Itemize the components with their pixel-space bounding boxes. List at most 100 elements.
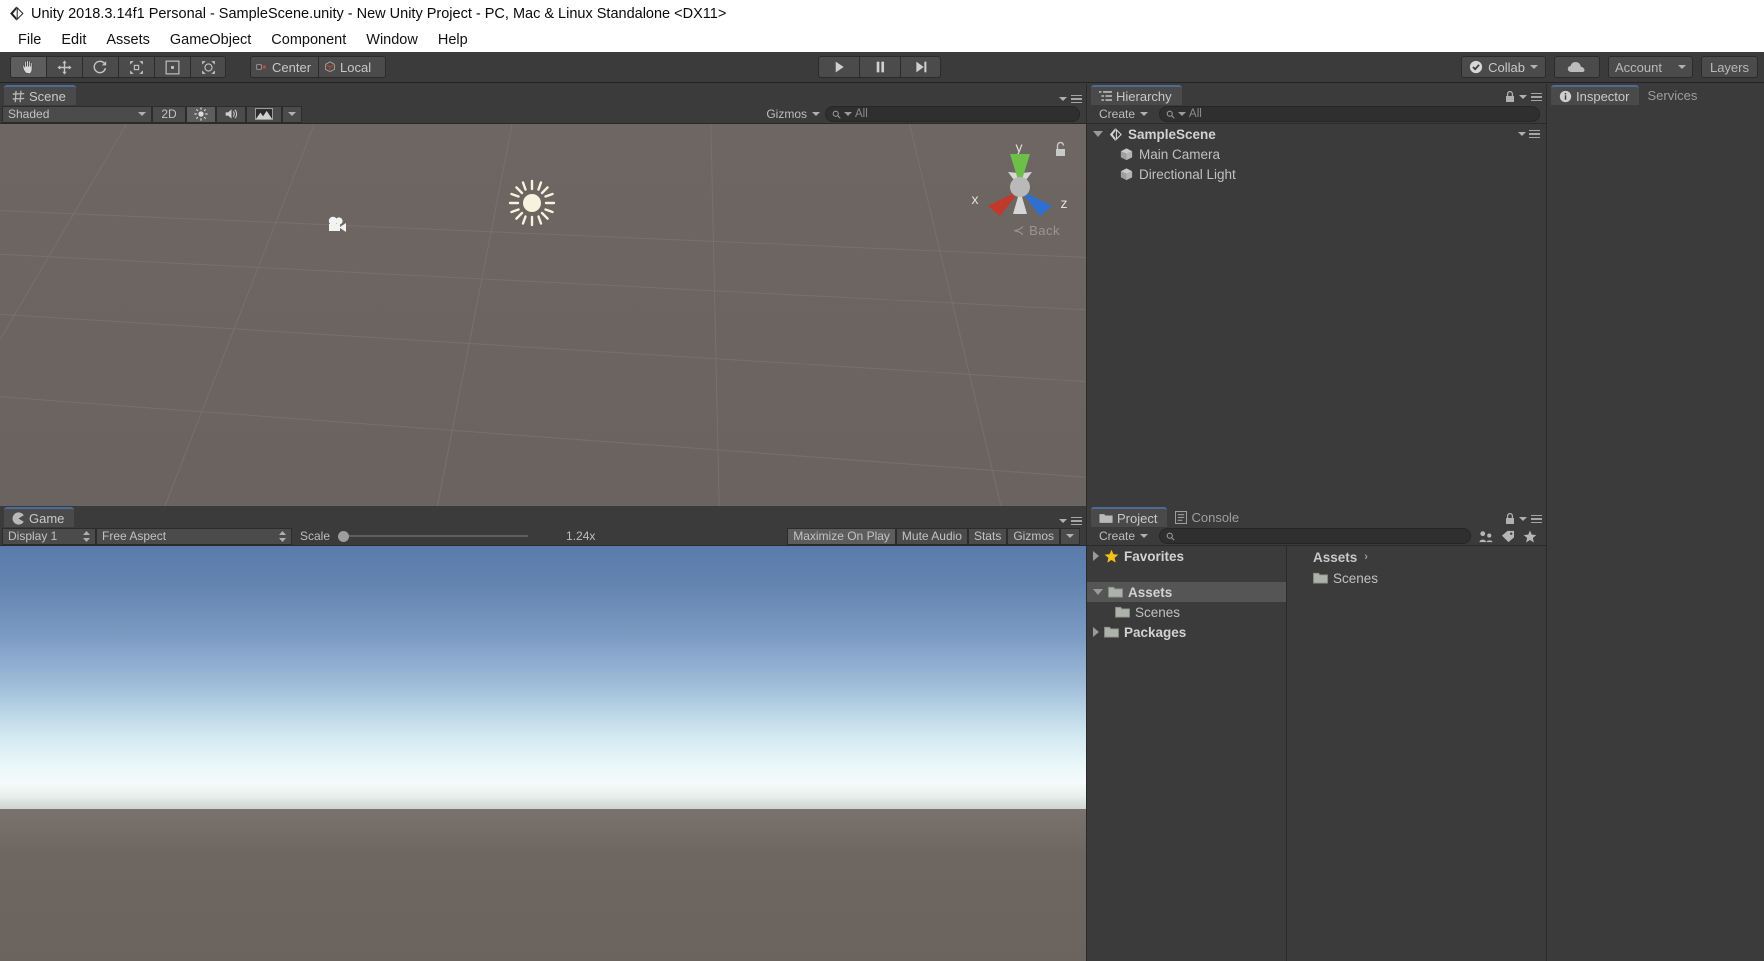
tab-inspector[interactable]: Inspector — [1551, 85, 1640, 105]
menu-assets[interactable]: Assets — [96, 31, 160, 49]
menu-window[interactable]: Window — [356, 31, 428, 49]
mute-audio-label: Mute Audio — [901, 529, 962, 543]
pivot-rotation-button[interactable]: Local — [318, 56, 386, 78]
tab-game[interactable]: Game — [4, 507, 75, 527]
hand-tool-button[interactable] — [10, 56, 46, 78]
pause-button[interactable] — [859, 56, 901, 78]
panel-menu-icon[interactable] — [1071, 94, 1082, 103]
scene-lighting-toggle[interactable] — [186, 105, 216, 123]
favorite-filter-button[interactable] — [1519, 528, 1541, 545]
panel-menu-icon[interactable] — [1071, 516, 1082, 525]
tab-hierarchy[interactable]: Hierarchy — [1091, 85, 1182, 105]
chevron-down-icon[interactable] — [1519, 517, 1527, 521]
project-item-assets[interactable]: Assets — [1087, 582, 1286, 602]
project-item-scenes[interactable]: Scenes — [1087, 602, 1286, 622]
project-tree[interactable]: Favorites Assets Scenes Packages — [1087, 546, 1287, 961]
transform-tool-button[interactable] — [190, 56, 226, 78]
search-icon — [1166, 110, 1175, 119]
scene-gizmos-dropdown[interactable]: Gizmos — [761, 106, 825, 123]
tab-services[interactable]: Services — [1639, 85, 1707, 105]
chevron-down-icon[interactable] — [1059, 518, 1067, 523]
chevron-down-icon[interactable] — [1093, 589, 1103, 595]
menu-help[interactable]: Help — [428, 31, 478, 49]
asset-item-scenes[interactable]: Scenes — [1287, 568, 1546, 588]
directional-light-gizmo-icon[interactable] — [508, 179, 556, 227]
project-item-label: Assets — [1128, 584, 1173, 600]
project-item-packages[interactable]: Packages — [1087, 622, 1286, 642]
pivot-group: Center Local — [250, 56, 386, 78]
game-gizmos-dropdown[interactable] — [1060, 527, 1080, 545]
cloud-button[interactable] — [1553, 56, 1600, 78]
project-item-favorites[interactable]: Favorites — [1087, 546, 1286, 566]
menu-file[interactable]: File — [8, 31, 51, 49]
game-gizmos-button[interactable]: Gizmos — [1007, 527, 1060, 545]
mute-audio-button[interactable]: Mute Audio — [895, 527, 968, 545]
aspect-dropdown[interactable]: Free Aspect — [96, 527, 292, 545]
folder-icon — [1115, 606, 1130, 618]
display-dropdown[interactable]: Display 1 — [2, 527, 96, 545]
lock-icon[interactable] — [1505, 91, 1515, 103]
game-viewport[interactable] — [0, 546, 1086, 961]
scene-effects-dropdown[interactable] — [282, 105, 302, 123]
project-create-button[interactable]: Create — [1089, 528, 1153, 545]
project-search-input[interactable] — [1159, 528, 1471, 544]
scene-viewport[interactable]: y x z ≺ Back — [0, 124, 1086, 506]
layers-button[interactable]: Layers — [1700, 56, 1758, 78]
rect-tool-button[interactable] — [154, 56, 190, 78]
scene-audio-toggle[interactable] — [216, 105, 246, 123]
asset-filter-button[interactable] — [1475, 528, 1497, 545]
project-toolbar: Create — [1087, 527, 1546, 546]
stats-button[interactable]: Stats — [967, 527, 1008, 545]
project-content[interactable]: Assets › Scenes — [1287, 546, 1546, 961]
scene-context-menu[interactable] — [1518, 129, 1540, 139]
tab-scene[interactable]: Scene — [4, 85, 76, 105]
maximize-on-play-button[interactable]: Maximize On Play — [787, 527, 896, 545]
move-tool-button[interactable] — [46, 56, 82, 78]
scene-search-input[interactable]: All — [825, 106, 1080, 122]
chevron-down-icon[interactable] — [1093, 131, 1103, 137]
hierarchy-item-directional-light[interactable]: Directional Light — [1087, 164, 1546, 184]
hierarchy-item-samplescene[interactable]: SampleScene — [1087, 124, 1546, 144]
account-label: Account — [1614, 59, 1662, 75]
hierarchy-item-main-camera[interactable]: Main Camera — [1087, 144, 1546, 164]
project-body: Favorites Assets Scenes Packages Assets … — [1087, 546, 1546, 961]
menu-gameobject[interactable]: GameObject — [160, 31, 261, 49]
chevron-right-icon[interactable] — [1093, 627, 1099, 637]
hierarchy-create-button[interactable]: Create — [1089, 106, 1153, 123]
inspector-body[interactable] — [1547, 105, 1764, 961]
play-button[interactable] — [818, 56, 860, 78]
collab-button[interactable]: Collab — [1461, 56, 1546, 78]
label-filter-button[interactable] — [1497, 528, 1519, 545]
scale-slider-group[interactable]: Scale 1.24x — [292, 528, 600, 545]
scale-slider[interactable] — [338, 530, 529, 542]
rotate-tool-button[interactable] — [82, 56, 118, 78]
panel-menu-icon[interactable] — [1531, 514, 1542, 524]
menu-edit[interactable]: Edit — [51, 31, 96, 49]
hierarchy-item-label: Main Camera — [1139, 146, 1221, 162]
hierarchy-toolbar: Create All — [1087, 105, 1546, 124]
hierarchy-tree[interactable]: SampleScene Main Camera Directional Ligh… — [1087, 124, 1546, 506]
main-camera-gizmo-icon[interactable] — [327, 215, 353, 237]
scene-tabbar: Scene — [0, 84, 1086, 105]
menu-component[interactable]: Component — [261, 31, 356, 49]
scale-slider-handle[interactable] — [338, 531, 350, 542]
scale-tool-button[interactable] — [118, 56, 154, 78]
2d-toggle-button[interactable]: 2D — [152, 105, 186, 123]
breadcrumb-assets[interactable]: Assets — [1313, 550, 1357, 565]
hierarchy-search-input[interactable]: All — [1159, 106, 1540, 122]
account-button[interactable]: Account — [1607, 56, 1693, 78]
panel-menu-icon[interactable] — [1531, 92, 1542, 102]
chevron-down-icon[interactable] — [1059, 96, 1067, 101]
folder-icon — [1099, 514, 1113, 523]
breadcrumb[interactable]: Assets › — [1287, 546, 1546, 568]
chevron-down-icon[interactable] — [1519, 95, 1527, 99]
tab-console[interactable]: Console — [1167, 507, 1249, 527]
pivot-mode-button[interactable]: Center — [250, 56, 318, 78]
tab-project[interactable]: Project — [1091, 507, 1168, 527]
lock-icon[interactable] — [1505, 513, 1515, 525]
project-item-label: Scenes — [1135, 604, 1181, 620]
draw-mode-dropdown[interactable]: Shaded — [2, 105, 152, 123]
step-button[interactable] — [900, 56, 942, 78]
scene-effects-toggle[interactable] — [246, 105, 282, 123]
chevron-right-icon[interactable] — [1093, 551, 1099, 561]
